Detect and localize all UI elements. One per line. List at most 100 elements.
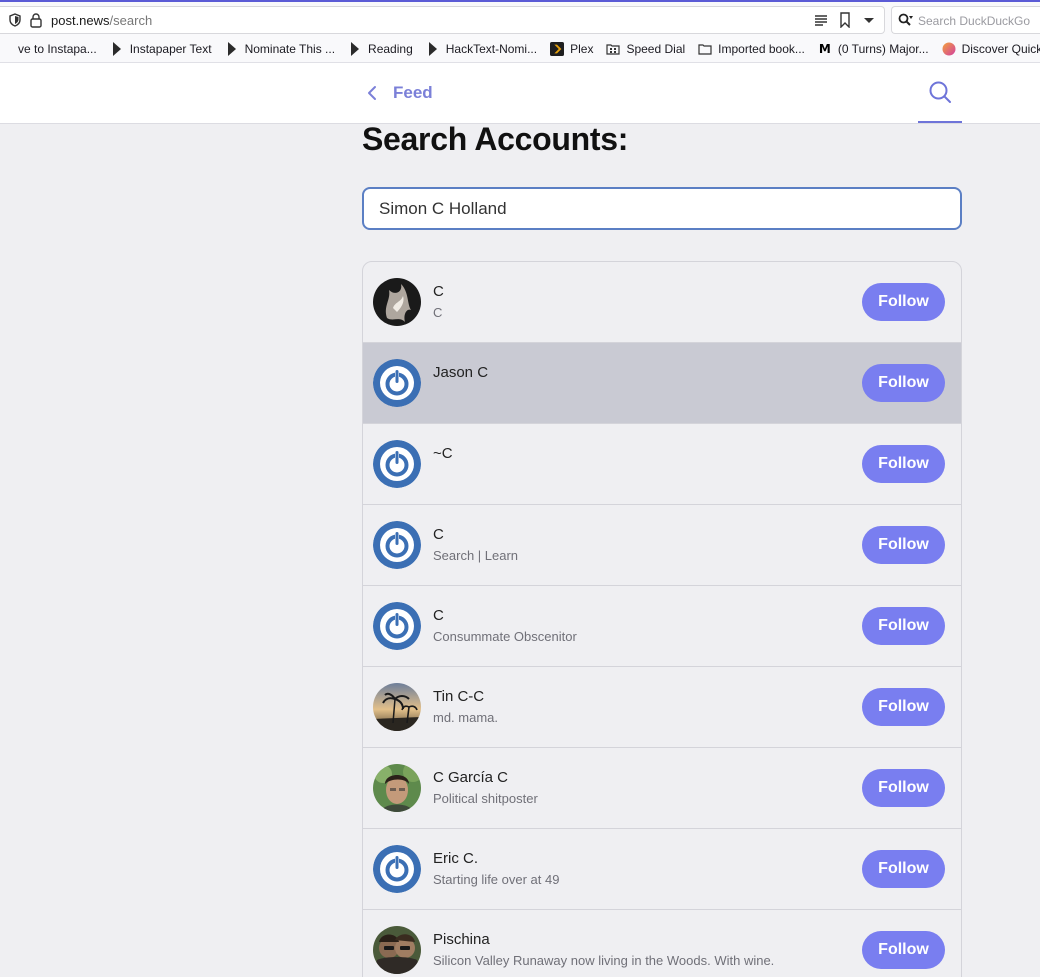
plex-icon xyxy=(550,42,565,56)
account-bio: Consummate Obscenitor xyxy=(433,629,577,644)
url-path: /search xyxy=(109,13,153,28)
bookmarks-bar: ve to Instapa... Instapaper Text Nominat… xyxy=(0,36,1040,63)
bookmark-item[interactable]: Plex xyxy=(550,42,593,56)
result-row[interactable]: Pischina Silicon Valley Runaway now livi… xyxy=(363,910,961,977)
app-header: Feed xyxy=(0,63,1040,124)
reader-view-icon[interactable] xyxy=(814,12,828,28)
account-name[interactable]: Jason C xyxy=(433,364,488,381)
chevron-down-icon[interactable] xyxy=(862,12,876,28)
mc-icon: M xyxy=(818,42,831,56)
folder-icon xyxy=(698,42,712,56)
avatar[interactable] xyxy=(373,440,421,488)
avatar[interactable] xyxy=(373,926,421,974)
bookmark-label: Imported book... xyxy=(718,42,805,56)
follow-button[interactable]: Follow xyxy=(862,850,945,888)
bookmark-item[interactable]: ve to Instapa... xyxy=(0,42,97,56)
avatar[interactable] xyxy=(373,359,421,407)
bookmark-item[interactable]: Nominate This ... xyxy=(225,42,335,56)
account-bio: md. mama. xyxy=(433,710,499,725)
bookmark-icon[interactable] xyxy=(838,12,852,29)
result-row[interactable]: C C Follow xyxy=(363,262,961,343)
account-name[interactable]: Eric C. xyxy=(433,850,478,867)
browser-search-placeholder: Search DuckDuckGo xyxy=(918,14,1031,28)
bookmark-label: HackText-Nomi... xyxy=(445,42,538,56)
page-icon xyxy=(426,42,440,56)
url-host: post.news xyxy=(51,13,110,28)
result-row[interactable]: C Consummate Obscenitor Follow xyxy=(363,586,961,667)
lock-icon[interactable] xyxy=(29,12,43,28)
bookmark-item[interactable]: M (0 Turns) Major... xyxy=(818,42,929,56)
account-bio: Political shitposter xyxy=(433,791,538,806)
account-bio: Search | Learn xyxy=(433,548,519,563)
power-icon xyxy=(373,602,421,650)
result-row[interactable]: Jason C Follow xyxy=(363,343,961,424)
account-name[interactable]: C xyxy=(433,526,444,543)
power-icon xyxy=(373,359,421,407)
browser-toolbar: post.news/search Search DuckDuckGo xyxy=(0,0,1040,36)
bookmark-item[interactable]: Discover Quickly xyxy=(942,42,1040,56)
url-bar[interactable]: post.news/search xyxy=(0,6,885,34)
back-label: Feed xyxy=(393,83,433,102)
discover-icon xyxy=(942,42,956,56)
follow-button[interactable]: Follow xyxy=(862,931,945,969)
power-icon xyxy=(373,440,421,488)
page-title: Search Accounts: xyxy=(362,121,629,157)
avatar[interactable] xyxy=(373,845,421,893)
account-name[interactable]: C xyxy=(433,283,444,300)
search-engine-icon[interactable] xyxy=(898,13,914,27)
account-bio: Starting life over at 49 xyxy=(433,872,560,887)
follow-button[interactable]: Follow xyxy=(862,526,945,564)
chevron-left-icon xyxy=(366,84,378,102)
account-name[interactable]: Pischina xyxy=(433,931,490,948)
back-to-feed-link[interactable]: Feed xyxy=(366,83,433,103)
follow-button[interactable]: Follow xyxy=(862,769,945,807)
bookmark-label: (0 Turns) Major... xyxy=(837,42,929,56)
bookmark-item[interactable]: HackText-Nomi... xyxy=(426,42,537,56)
follow-button[interactable]: Follow xyxy=(862,607,945,645)
avatar[interactable] xyxy=(373,521,421,569)
account-bio: Silicon Valley Runaway now living in the… xyxy=(433,953,775,968)
bookmark-label: Speed Dial xyxy=(626,42,686,56)
bookmark-label: Discover Quickly xyxy=(961,42,1040,56)
follow-button[interactable]: Follow xyxy=(862,688,945,726)
bookmark-item[interactable]: Imported book... xyxy=(698,42,805,56)
bookmark-label: Nominate This ... xyxy=(244,42,336,56)
follow-button[interactable]: Follow xyxy=(862,283,945,321)
bookmark-item[interactable]: Speed Dial xyxy=(606,42,685,56)
avatar[interactable] xyxy=(373,683,421,731)
account-name[interactable]: ~C xyxy=(433,445,453,462)
bookmark-label: ve to Instapa... xyxy=(18,42,97,56)
result-row[interactable]: C García C Political shitposter Follow xyxy=(363,748,961,829)
account-search-input[interactable] xyxy=(362,187,962,230)
result-row[interactable]: C Search | Learn Follow xyxy=(363,505,961,586)
bookmark-item[interactable]: Instapaper Text xyxy=(110,42,212,56)
result-row[interactable]: ~C Follow xyxy=(363,424,961,505)
page-icon xyxy=(0,42,12,56)
result-row[interactable]: Eric C. Starting life over at 49 Follow xyxy=(363,829,961,910)
page-icon xyxy=(225,42,239,56)
page-icon xyxy=(110,42,124,56)
avatar[interactable] xyxy=(373,278,421,326)
bookmark-label: Reading xyxy=(368,42,413,56)
search-icon xyxy=(929,81,951,103)
bookmark-item[interactable]: Reading xyxy=(348,42,413,56)
account-bio: C xyxy=(433,305,443,320)
speed-dial-icon xyxy=(606,42,621,56)
result-row[interactable]: Tin C-C md. mama. Follow xyxy=(363,667,961,748)
page-icon xyxy=(348,42,362,56)
bookmark-label: Instapaper Text xyxy=(129,42,212,56)
search-results-list: C C Follow Jason C Follow ~C Follow C Se… xyxy=(362,261,962,977)
power-icon xyxy=(373,521,421,569)
browser-search-box[interactable]: Search DuckDuckGo xyxy=(891,6,1040,34)
power-icon xyxy=(373,845,421,893)
shield-icon[interactable] xyxy=(8,13,22,27)
url-text[interactable]: post.news/search xyxy=(51,13,152,28)
follow-button[interactable]: Follow xyxy=(862,445,945,483)
search-tab[interactable] xyxy=(918,63,962,123)
follow-button[interactable]: Follow xyxy=(862,364,945,402)
account-name[interactable]: C xyxy=(433,607,444,624)
account-name[interactable]: C García C xyxy=(433,769,508,786)
account-name[interactable]: Tin C-C xyxy=(433,688,484,705)
avatar[interactable] xyxy=(373,602,421,650)
avatar[interactable] xyxy=(373,764,421,812)
